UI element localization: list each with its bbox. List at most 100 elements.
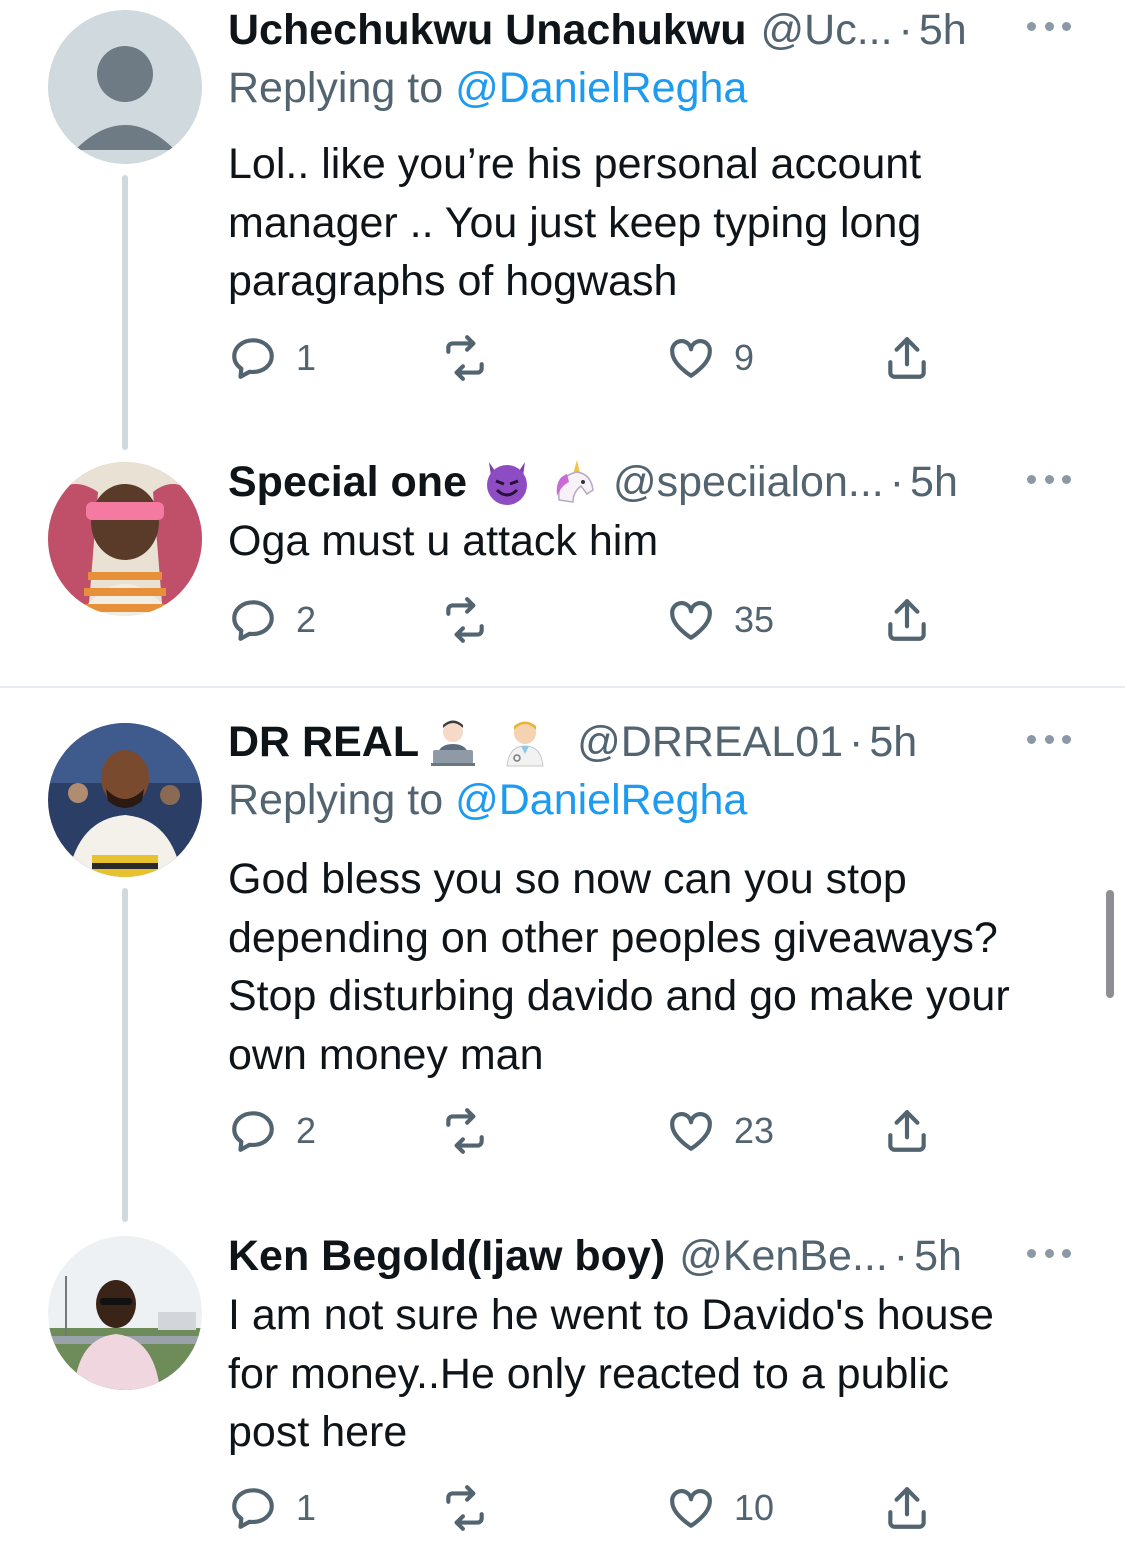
share-icon — [882, 595, 932, 645]
reply-count: 2 — [296, 1110, 317, 1151]
like-icon — [666, 1483, 716, 1533]
tweet-1[interactable]: Uchechukwu Unachukwu @Uc... · 5h Replyin… — [0, 0, 1125, 450]
like-icon — [666, 333, 716, 383]
share-icon — [882, 333, 932, 383]
thread-line — [122, 175, 128, 450]
tweet-line: for money..He only reacted to a public — [228, 1349, 950, 1398]
tweet-text: God bless you so now can you stop depend… — [228, 850, 1098, 1084]
display-name[interactable]: Uchechukwu Unachukwu — [228, 6, 746, 55]
user-handle[interactable]: @Uc... — [760, 6, 892, 55]
smiling-devil-emoji — [486, 462, 527, 505]
avatar-ken-begold[interactable] — [48, 1236, 202, 1390]
timestamp[interactable]: 5h — [919, 6, 967, 55]
profile-photo — [48, 1236, 202, 1390]
reply-icon — [228, 595, 278, 645]
like-icon — [666, 1106, 716, 1156]
like-icon — [666, 595, 716, 645]
replying-label: Replying to — [228, 64, 456, 112]
profile-photo — [48, 723, 202, 877]
share-button[interactable] — [882, 1103, 932, 1159]
tweet-line: God bless you so now can you stop — [228, 855, 907, 903]
share-icon — [882, 1106, 932, 1156]
user-handle[interactable]: @KenBe... — [679, 1232, 888, 1281]
replying-to: Replying to @DanielRegha — [228, 776, 747, 825]
tweet-3[interactable]: DR REAL @DRREAL01 · 5h Replying to @Dani… — [0, 688, 1125, 1222]
tweet-line: Oga must u attack him — [228, 517, 659, 565]
technologist-emoji — [431, 720, 476, 766]
separator-dot: · — [893, 1231, 909, 1280]
like-count: 10 — [734, 1487, 775, 1528]
reply-button[interactable]: 2 — [228, 1103, 316, 1159]
tweet-line: I am not sure he went to Davido's house — [228, 1291, 994, 1339]
reply-icon — [228, 1483, 278, 1533]
like-button[interactable]: 9 — [666, 330, 754, 386]
action-bar: 19 — [228, 330, 948, 386]
reply-button[interactable]: 1 — [228, 330, 316, 386]
like-count: 23 — [734, 1110, 775, 1151]
timestamp[interactable]: 5h — [869, 718, 917, 767]
unicorn-emoji — [556, 460, 594, 503]
health-worker-emoji — [506, 721, 544, 767]
thread-line — [122, 888, 128, 1222]
share-button[interactable] — [882, 592, 932, 648]
default-avatar-icon — [75, 46, 175, 150]
separator-dot: · — [898, 5, 913, 54]
retweet-icon — [440, 1106, 490, 1156]
share-button[interactable] — [882, 1480, 932, 1536]
tweet-line: own money man — [228, 1030, 544, 1079]
mention-link[interactable]: @DanielRegha — [455, 776, 747, 824]
tweet-line: manager .. You just keep typing long — [228, 198, 922, 247]
retweet-icon — [440, 595, 490, 645]
replying-to: Replying to @DanielRegha — [228, 64, 747, 113]
like-button[interactable]: 23 — [666, 1103, 774, 1159]
tweet-text: I am not sure he went to Davido's house … — [228, 1286, 1098, 1462]
like-count: 9 — [734, 337, 755, 378]
like-count: 35 — [734, 599, 775, 640]
reply-count: 1 — [296, 337, 317, 378]
tweet-line: Lol.. like you’re his personal account — [228, 140, 922, 188]
tweet-2[interactable]: Special one @speciialon... · 5h Oga must… — [0, 440, 1125, 686]
like-button[interactable]: 10 — [666, 1480, 774, 1536]
retweet-button[interactable] — [440, 592, 508, 648]
tweet-line: post here — [228, 1408, 408, 1456]
avatar-default[interactable] — [48, 10, 202, 164]
retweet-button[interactable] — [440, 1480, 508, 1536]
display-name[interactable]: Special one — [228, 458, 467, 507]
more-icon[interactable] — [1027, 22, 1071, 36]
tweet-line: depending on other peoples giveaways? — [228, 913, 998, 962]
profile-photo — [48, 462, 202, 616]
separator-dot: · — [889, 457, 905, 506]
reply-icon — [228, 333, 278, 383]
tweet-text: Lol.. like you’re his personal account m… — [228, 135, 1098, 311]
reply-icon — [228, 1106, 278, 1156]
share-button[interactable] — [882, 330, 932, 386]
action-bar: 2 35 — [228, 592, 948, 648]
mention-link[interactable]: @DanielRegha — [455, 64, 747, 112]
display-name[interactable]: Ken Begold(Ijaw boy) — [228, 1232, 665, 1281]
retweet-button[interactable] — [440, 1103, 508, 1159]
reply-button[interactable]: 1 — [228, 1480, 316, 1536]
retweet-icon — [440, 333, 490, 383]
more-icon[interactable] — [1027, 1249, 1071, 1263]
user-handle[interactable]: @speciialon... — [613, 458, 884, 507]
timestamp[interactable]: 5h — [910, 458, 958, 507]
separator-dot: · — [849, 717, 864, 766]
timestamp[interactable]: 5h — [914, 1232, 962, 1281]
action-bar: 1 10 — [228, 1480, 948, 1536]
tweet-line: Stop disturbing davido and go make your — [228, 972, 1010, 1020]
like-button[interactable]: 35 — [666, 592, 774, 648]
retweet-icon — [440, 1483, 490, 1533]
tweet-4[interactable]: Ken Begold(Ijaw boy) @KenBe... · 5h I am… — [0, 1218, 1125, 1542]
display-name[interactable]: DR REAL — [228, 718, 419, 767]
scrollbar[interactable] — [1106, 890, 1114, 998]
replying-label: Replying to — [228, 776, 456, 824]
reply-button[interactable]: 2 — [228, 592, 316, 648]
more-icon[interactable] — [1027, 735, 1071, 749]
avatar-special-one[interactable] — [48, 462, 202, 616]
retweet-button[interactable] — [440, 330, 508, 386]
more-icon[interactable] — [1027, 475, 1071, 489]
user-handle[interactable]: @DRREAL01 — [577, 718, 843, 767]
reply-count: 2 — [296, 599, 317, 640]
avatar-dr-real[interactable] — [48, 723, 202, 877]
share-icon — [882, 1483, 932, 1533]
